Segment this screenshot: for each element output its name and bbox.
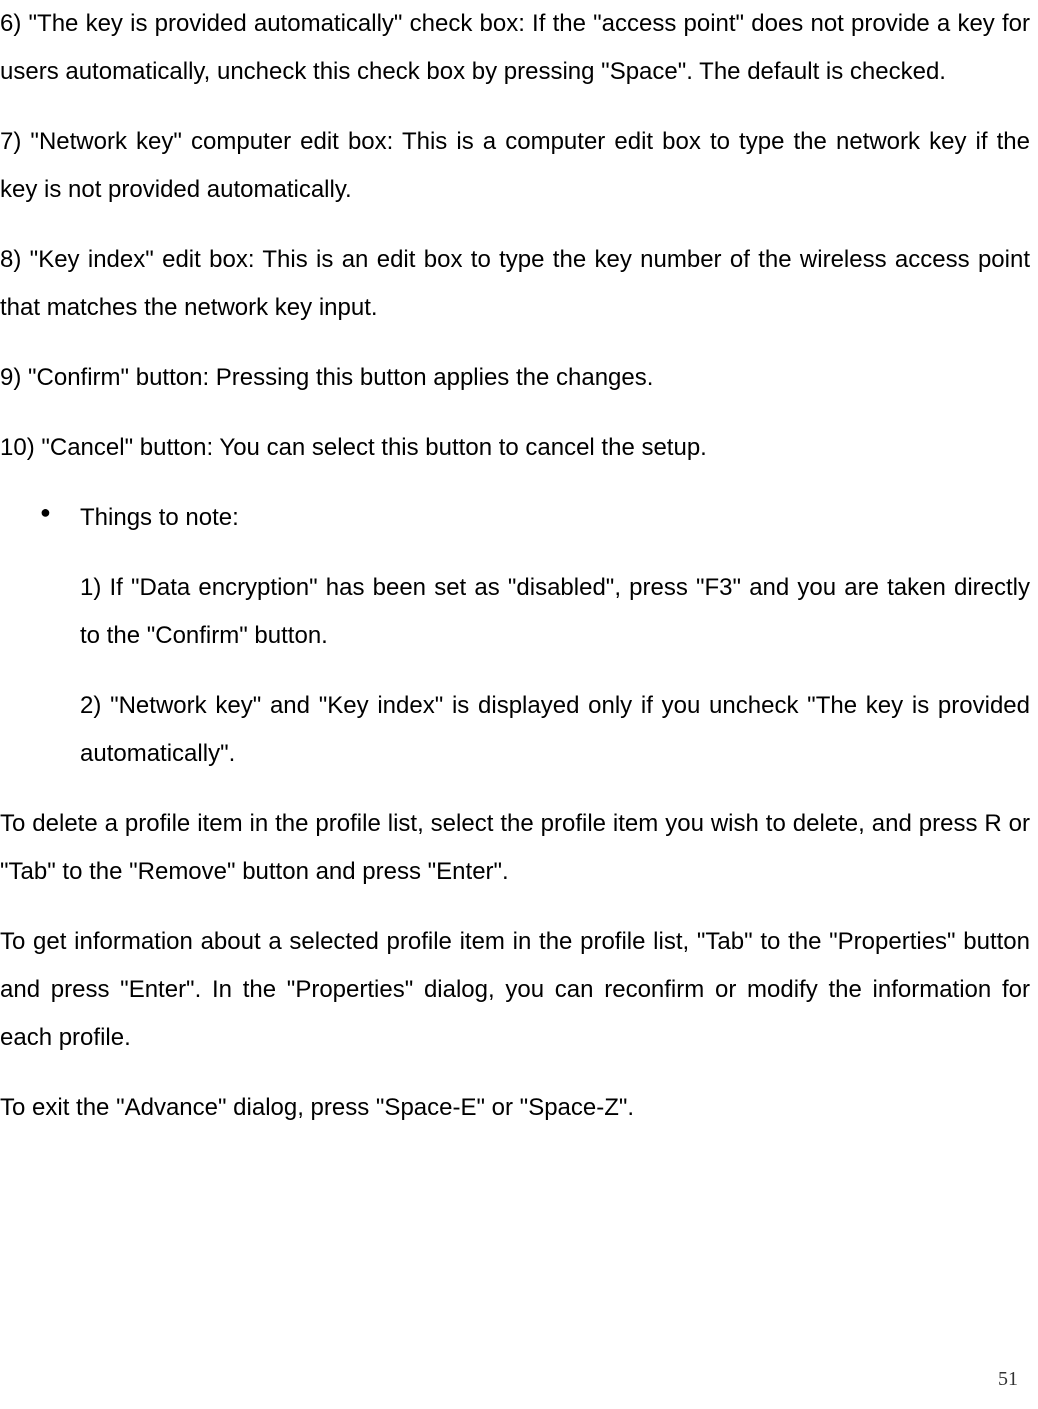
paragraph-item-7: 7) "Network key" computer edit box: This… xyxy=(0,118,1030,214)
paragraph-item-8: 8) "Key index" edit box: This is an edit… xyxy=(0,236,1030,332)
note-item-2: 2) "Network key" and "Key index" is disp… xyxy=(0,682,1030,778)
paragraph-item-9: 9) "Confirm" button: Pressing this butto… xyxy=(0,354,1030,402)
paragraph-exit-dialog: To exit the "Advance" dialog, press "Spa… xyxy=(0,1084,1030,1132)
paragraph-item-10: 10) "Cancel" button: You can select this… xyxy=(0,424,1030,472)
paragraph-item-6: 6) "The key is provided automatically" c… xyxy=(0,0,1030,96)
note-item-1: 1) If "Data encryption" has been set as … xyxy=(0,564,1030,660)
page-number: 51 xyxy=(998,1359,1018,1399)
paragraph-delete-profile: To delete a profile item in the profile … xyxy=(0,800,1030,896)
bullet-things-to-note: Things to note: xyxy=(0,494,1030,542)
paragraph-profile-info: To get information about a selected prof… xyxy=(0,918,1030,1062)
